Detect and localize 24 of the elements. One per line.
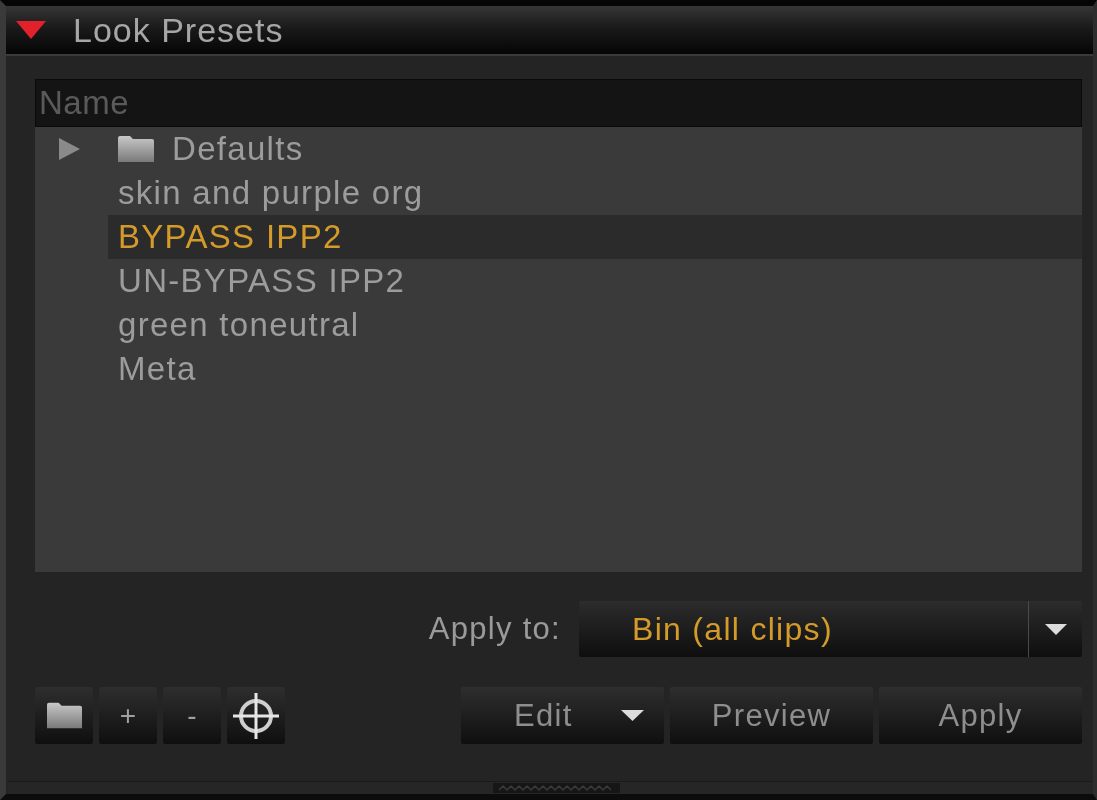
resize-grip-icon[interactable] xyxy=(493,783,620,793)
new-folder-button[interactable] xyxy=(35,687,93,744)
menu-button[interactable]: Edit xyxy=(461,687,664,744)
preset-item[interactable]: BYPASS IPP2 xyxy=(108,215,1082,259)
preset-item[interactable]: UN-BYPASS IPP2 xyxy=(108,259,1082,303)
action-button[interactable]: Apply xyxy=(879,687,1082,744)
apply-to-dropdown[interactable]: Bin (all clips) xyxy=(579,601,1082,657)
folder-icon xyxy=(118,136,154,162)
folder-item[interactable]: Defaults xyxy=(108,127,1082,171)
preset-item[interactable]: green toneutral xyxy=(108,303,1082,347)
caret-icon xyxy=(621,710,644,721)
caret-icon xyxy=(1044,623,1067,635)
expand-arrow-icon[interactable] xyxy=(57,138,80,160)
tool-button[interactable]: - xyxy=(163,687,221,744)
crosshair-button[interactable] xyxy=(227,687,285,744)
panel-title: Look Presets xyxy=(73,10,284,50)
action-button[interactable]: Preview xyxy=(670,687,873,744)
apply-to-label: Apply to: xyxy=(428,611,561,647)
name-column-header[interactable]: Name xyxy=(35,79,1082,127)
preset-item[interactable]: Meta xyxy=(108,347,1082,391)
crosshair-icon xyxy=(233,692,279,739)
tool-button[interactable]: + xyxy=(99,687,157,744)
folder-icon xyxy=(46,702,82,729)
preset-item[interactable]: skin and purple org xyxy=(108,171,1082,215)
